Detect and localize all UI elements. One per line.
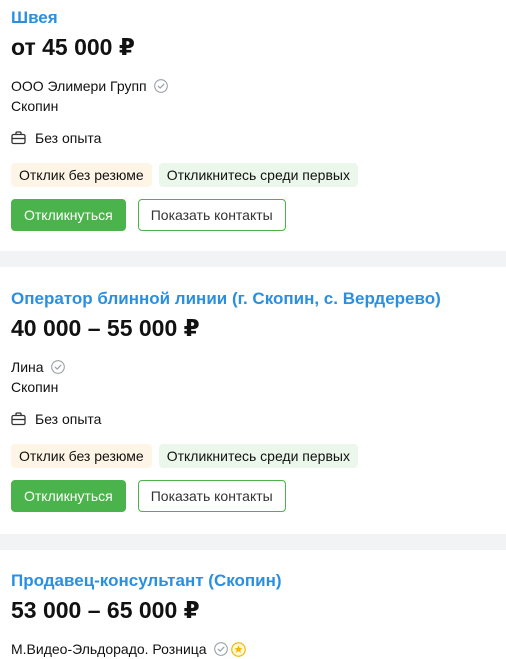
vacancy-salary: 40 000 – 55 000 ₽	[11, 315, 200, 341]
respond-button[interactable]: Откликнуться	[11, 480, 126, 512]
tag-no-resume: Отклик без резюме	[11, 163, 152, 187]
tag-respond-first: Откликнитесь среди первых	[158, 444, 358, 468]
vacancy-title-link[interactable]: Продавец-консультант (Скопин)	[11, 570, 495, 592]
vacancy-city: Скопин	[11, 98, 59, 114]
tags-row: Отклик без резюме Откликнитесь среди пер…	[11, 163, 495, 187]
check-circle-icon	[153, 79, 168, 93]
vacancy-salary: 53 000 – 65 000 ₽	[11, 597, 200, 623]
vacancy-card: Оператор блинной линии (г. Скопин, с. Ве…	[0, 267, 506, 534]
experience-label: Без опыта	[35, 411, 102, 427]
briefcase-icon	[11, 412, 26, 426]
tag-no-resume: Отклик без резюме	[11, 444, 152, 468]
vacancy-salary: от 45 000 ₽	[11, 34, 135, 60]
vacancy-title-link[interactable]: Швея	[11, 7, 495, 29]
vacancy-city: Скопин	[11, 379, 59, 395]
show-contacts-button[interactable]: Показать контакты	[137, 480, 286, 512]
experience-label: Без опыта	[35, 130, 102, 146]
tag-respond-first: Откликнитесь среди первых	[158, 163, 358, 187]
company-name[interactable]: ООО Элимери Групп	[11, 77, 147, 95]
actions-row: Откликнуться Показать контакты	[11, 199, 495, 231]
tags-row: Отклик без резюме Откликнитесь среди пер…	[11, 444, 495, 468]
vacancy-title-link[interactable]: Оператор блинной линии (г. Скопин, с. Ве…	[11, 288, 495, 310]
company-name[interactable]: М.Видео-Эльдорадо. Розница	[11, 640, 207, 658]
vacancy-feed: Швея от 45 000 ₽ ООО Элимери Групп Скопи…	[0, 0, 506, 659]
company-row: ООО Элимери Групп	[11, 77, 495, 95]
briefcase-icon	[11, 131, 26, 145]
check-circle-icon	[50, 360, 65, 374]
vacancy-card: Продавец-консультант (Скопин) 53 000 – 6…	[0, 550, 506, 659]
respond-button[interactable]: Откликнуться	[11, 199, 126, 231]
experience-row: Без опыта	[11, 410, 495, 428]
company-row: М.Видео-Эльдорадо. Розница	[11, 640, 495, 658]
show-contacts-button[interactable]: Показать контакты	[137, 199, 286, 231]
vacancy-card: Швея от 45 000 ₽ ООО Элимери Групп Скопи…	[0, 0, 506, 251]
company-name[interactable]: Лина	[11, 358, 44, 376]
experience-row: Без опыта	[11, 129, 495, 147]
actions-row: Откликнуться Показать контакты	[11, 480, 495, 512]
gold-star-badge-icon	[230, 641, 246, 657]
check-circle-icon	[213, 642, 228, 656]
company-row: Лина	[11, 358, 495, 376]
